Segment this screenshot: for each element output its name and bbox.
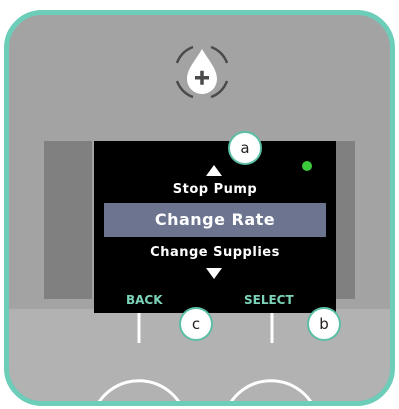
callout-c: c — [179, 307, 213, 341]
arrow-up-icon — [206, 165, 222, 176]
status-led — [302, 161, 312, 171]
callout-b: b — [307, 307, 341, 341]
callout-a: a — [228, 131, 262, 165]
pump-display-screen: Stop Pump Change Rate Change Supplies BA… — [94, 141, 336, 313]
menu-item-change-supplies[interactable]: Change Supplies — [94, 245, 336, 260]
water-drop-plus-icon — [175, 45, 229, 99]
menu-item-stop-pump[interactable]: Stop Pump — [94, 182, 336, 197]
arrow-down-icon — [206, 268, 222, 279]
pump-device: Stop Pump Change Rate Change Supplies BA… — [4, 10, 395, 406]
select-softkey-label[interactable]: SELECT — [244, 293, 294, 307]
bolus-drop-button[interactable] — [159, 29, 245, 115]
back-softkey-label[interactable]: BACK — [126, 293, 163, 307]
menu-item-change-rate-selected[interactable]: Change Rate — [104, 203, 326, 237]
